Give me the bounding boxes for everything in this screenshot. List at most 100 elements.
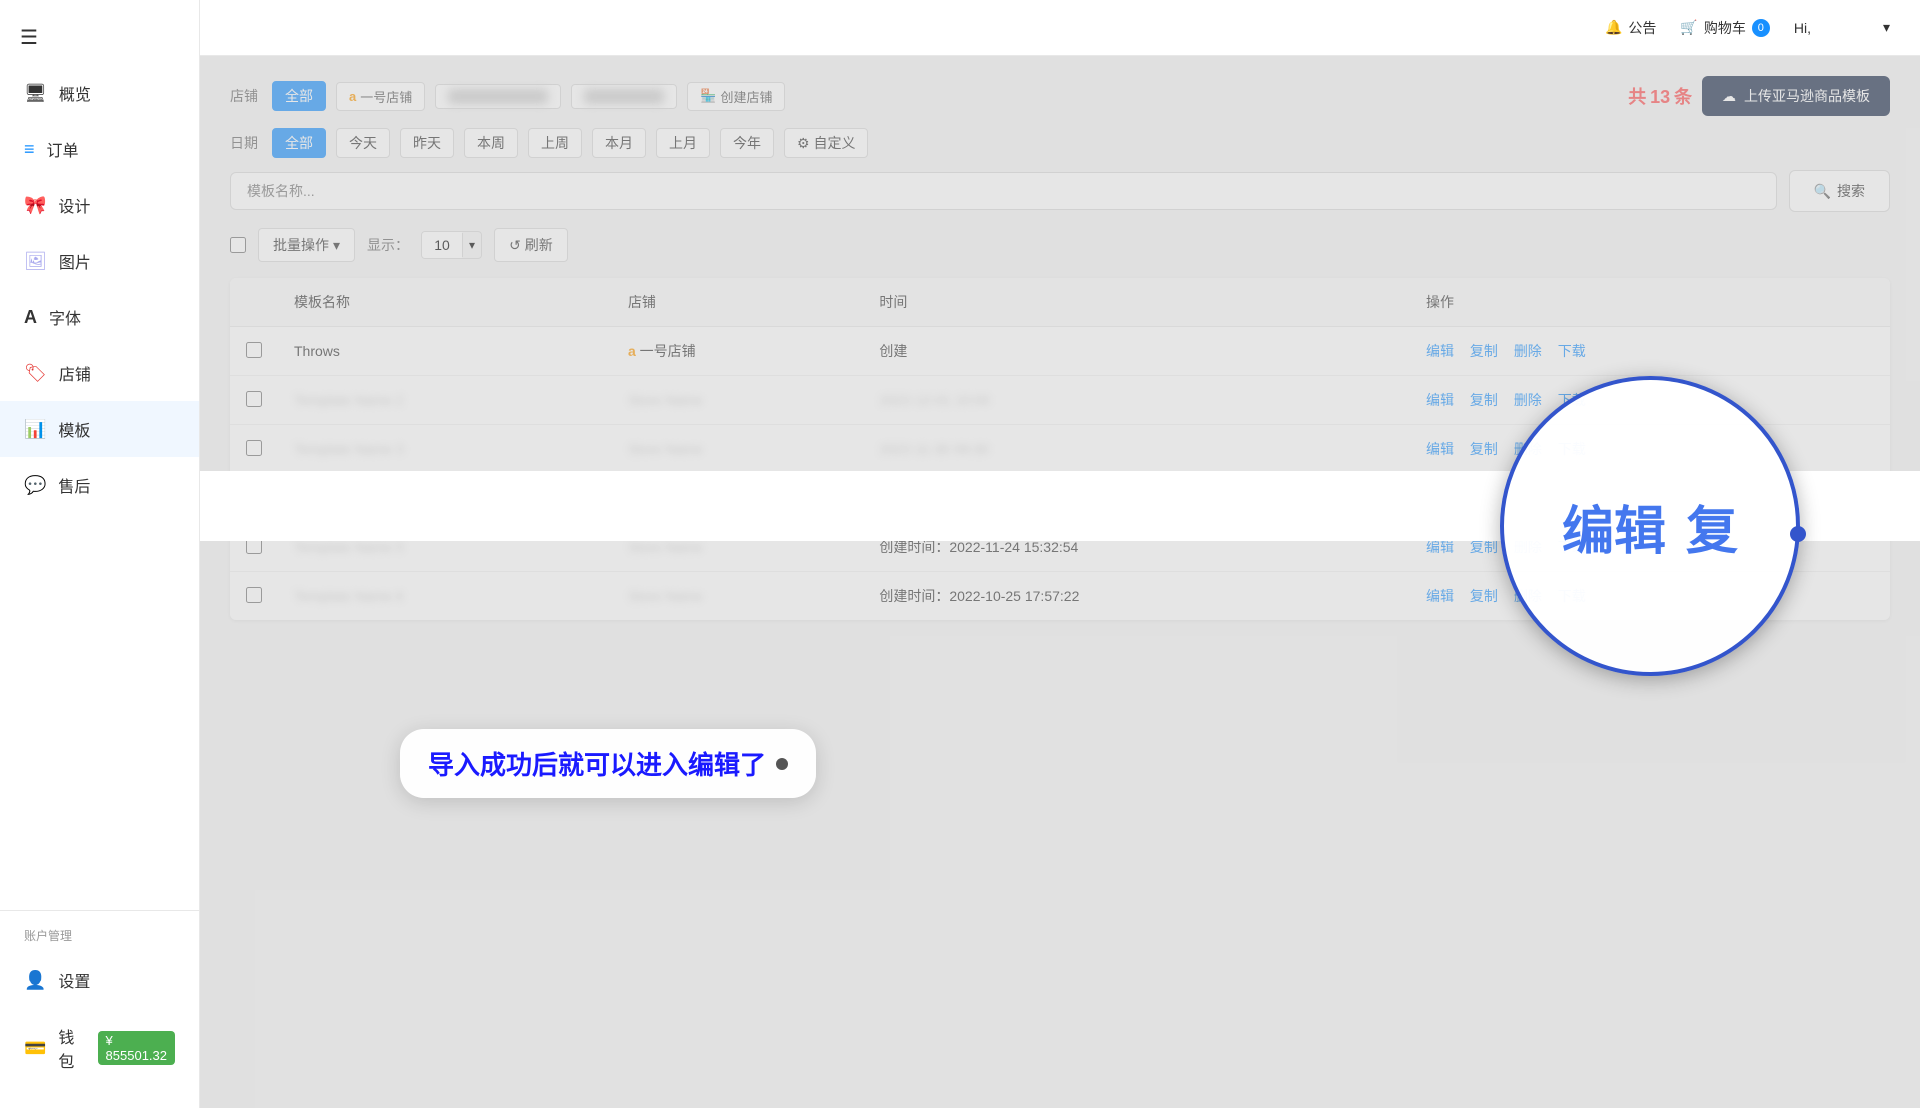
- user-greeting: Hi,: [1794, 20, 1811, 36]
- total-label: 共: [1628, 87, 1646, 107]
- store-all-button[interactable]: 全部: [272, 81, 326, 111]
- edit-link[interactable]: 编辑: [1426, 588, 1454, 604]
- sidebar-item-design[interactable]: 🎀 设计: [0, 177, 199, 233]
- edit-link[interactable]: 编辑: [1426, 343, 1454, 359]
- store-filter-label: 店铺: [230, 86, 262, 106]
- count-number: 13: [1650, 87, 1670, 107]
- cart-icon: 🛒: [1680, 19, 1697, 36]
- copy-link[interactable]: 复制: [1470, 343, 1498, 359]
- zoom-copy-text: 复: [1686, 489, 1738, 564]
- batch-operations-button[interactable]: 批量操作 ▾: [258, 228, 355, 262]
- search-button[interactable]: 🔍 搜索: [1789, 170, 1890, 212]
- gear-icon: ⚙: [797, 135, 810, 151]
- sidebar-item-images[interactable]: 🖼 图片: [0, 233, 199, 289]
- sidebar-divider: [0, 910, 199, 911]
- row-checkbox[interactable]: [246, 489, 262, 505]
- date-this-month-button[interactable]: 本月: [592, 128, 646, 158]
- settings-icon: 👤: [24, 970, 46, 991]
- announcement-button[interactable]: 🔔 公告: [1605, 18, 1656, 38]
- delete-link[interactable]: 删除: [1514, 392, 1542, 408]
- store1-filter[interactable]: a 一号店铺: [336, 82, 425, 111]
- date-all-button[interactable]: 全部: [272, 128, 326, 158]
- overview-icon: 🖥: [24, 83, 47, 104]
- sidebar-menu-button[interactable]: ☰: [0, 10, 199, 65]
- edit-link[interactable]: 编辑: [1426, 539, 1454, 555]
- sidebar-item-orders[interactable]: ≡ 订单: [0, 121, 199, 177]
- sidebar-item-aftersale[interactable]: 💬 售后: [0, 457, 199, 513]
- orders-icon: ≡: [24, 139, 35, 160]
- sidebar-item-label: 图片: [59, 249, 91, 273]
- wallet-icon: 💳: [24, 1038, 46, 1059]
- row-checkbox[interactable]: [246, 587, 262, 603]
- date-yesterday-button[interactable]: 昨天: [400, 128, 454, 158]
- display-label: 显示：: [367, 235, 409, 255]
- edit-link[interactable]: 编辑: [1426, 490, 1454, 506]
- account-section-label: 账户管理: [0, 919, 199, 952]
- design-icon: 🎀: [24, 195, 46, 216]
- row-checkbox[interactable]: [246, 538, 262, 554]
- edit-link[interactable]: 编辑: [1426, 441, 1454, 457]
- cart-count: 0: [1752, 19, 1770, 37]
- store2-filter[interactable]: [435, 84, 561, 109]
- wallet-balance: ¥ 855501.32: [98, 1031, 175, 1065]
- row-checkbox[interactable]: [246, 440, 262, 456]
- refresh-button[interactable]: ↺ 刷新: [494, 228, 568, 262]
- sidebar-item-label: 设计: [58, 193, 90, 217]
- time-cell: 2022-12-01 10:00: [863, 376, 1410, 425]
- user-menu[interactable]: Hi, ▾: [1794, 19, 1890, 36]
- date-last-week-button[interactable]: 上周: [528, 128, 582, 158]
- copy-link[interactable]: 复制: [1470, 441, 1498, 457]
- sidebar-item-stores[interactable]: 🏷 店铺: [0, 345, 199, 401]
- search-input[interactable]: [230, 172, 1777, 210]
- sidebar-item-wallet[interactable]: 💳 钱包 ¥ 855501.32: [0, 1008, 199, 1088]
- sidebar-item-label: 订单: [47, 137, 79, 161]
- store-cell: a 一号店铺: [612, 327, 863, 376]
- col-actions: 操作: [1410, 278, 1890, 327]
- select-all-checkbox[interactable]: [230, 237, 246, 253]
- row-checkbox-cell: [230, 474, 278, 523]
- template-name-cell: Template Name 4: [278, 474, 612, 523]
- download-link[interactable]: 下载: [1558, 343, 1586, 359]
- delete-link[interactable]: 删除: [1514, 343, 1542, 359]
- copy-link[interactable]: 复制: [1470, 539, 1498, 555]
- cart-label: 购物车: [1704, 18, 1746, 38]
- display-count-select[interactable]: ▾: [421, 231, 482, 259]
- row-checkbox-cell: [230, 572, 278, 621]
- date-last-month-button[interactable]: 上月: [656, 128, 710, 158]
- sidebar-item-templates[interactable]: 📊 模板: [0, 401, 199, 457]
- date-this-year-button[interactable]: 今年: [720, 128, 774, 158]
- create-store-button[interactable]: 🏪 创建店铺: [687, 82, 785, 111]
- sidebar-item-overview[interactable]: 🖥 概览: [0, 65, 199, 121]
- zoom-edit-text: 编辑: [1562, 489, 1666, 564]
- refresh-label: 刷新: [525, 235, 553, 255]
- copy-link[interactable]: 复制: [1470, 490, 1498, 506]
- store-cell: Store Name: [612, 425, 863, 474]
- store3-filter[interactable]: [571, 84, 677, 109]
- table-row: Throws a 一号店铺 创建 编辑 复制 删除 下载: [230, 327, 1890, 376]
- display-count-arrow[interactable]: ▾: [462, 233, 481, 257]
- copy-link[interactable]: 复制: [1470, 392, 1498, 408]
- actions-cell: 编辑 复制 删除 下载: [1410, 327, 1890, 376]
- date-today-button[interactable]: 今天: [336, 128, 390, 158]
- row-checkbox-cell: [230, 327, 278, 376]
- upload-template-button[interactable]: ☁ 上传亚马逊商品模板: [1702, 76, 1890, 116]
- tooltip-box: 导入成功后就可以进入编辑了: [400, 729, 816, 798]
- row-checkbox[interactable]: [246, 391, 262, 407]
- table-controls: 批量操作 ▾ 显示： ▾ ↺ 刷新: [230, 228, 1890, 262]
- cart-button[interactable]: 🛒 购物车 0: [1680, 18, 1769, 38]
- sidebar: ☰ 🖥 概览 ≡ 订单 🎀 设计 🖼 图片 A 字体 🏷 店铺 📊 模板 💬 售…: [0, 0, 200, 1108]
- fonts-icon: A: [24, 307, 37, 328]
- template-name-cell: Template Name 6: [278, 572, 612, 621]
- col-time: 时间: [863, 278, 1410, 327]
- bell-icon: 🔔: [1605, 19, 1622, 36]
- date-custom-button[interactable]: ⚙ 自定义: [784, 128, 868, 158]
- sidebar-item-fonts[interactable]: A 字体: [0, 289, 199, 345]
- col-checkbox: [230, 278, 278, 327]
- sidebar-item-settings[interactable]: 👤 设置: [0, 952, 199, 1008]
- display-count-input[interactable]: [422, 232, 462, 258]
- row-checkbox[interactable]: [246, 342, 262, 358]
- search-icon: 🔍: [1814, 183, 1831, 200]
- edit-link[interactable]: 编辑: [1426, 392, 1454, 408]
- copy-link[interactable]: 复制: [1470, 588, 1498, 604]
- date-this-week-button[interactable]: 本周: [464, 128, 518, 158]
